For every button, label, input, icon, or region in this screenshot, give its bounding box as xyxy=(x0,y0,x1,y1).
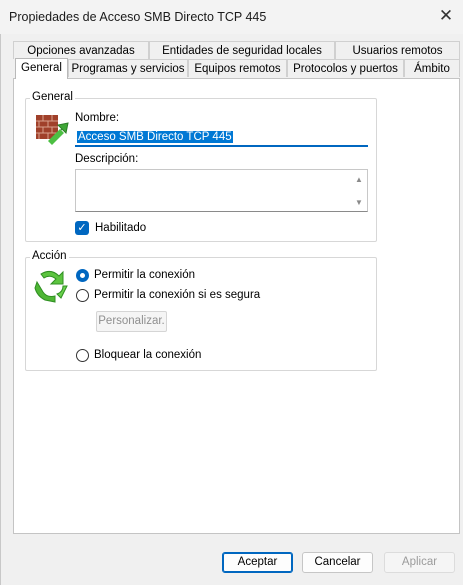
tab-general[interactable]: General xyxy=(15,58,68,79)
tab-opciones-avanzadas[interactable]: Opciones avanzadas xyxy=(13,41,149,59)
tab-programas-servicios[interactable]: Programas y servicios xyxy=(68,59,188,77)
tab-protocolos-puertos[interactable]: Protocolos y puertos xyxy=(287,59,404,77)
tab-ambito[interactable]: Ámbito xyxy=(404,59,460,77)
window-title: Propiedades de Acceso SMB Directo TCP 44… xyxy=(9,10,267,24)
firewall-rule-icon xyxy=(34,111,70,145)
cancel-button[interactable]: Cancelar xyxy=(302,552,373,573)
window-edge xyxy=(0,34,1,585)
action-arrows-icon xyxy=(33,268,69,304)
allow-secure-radio[interactable] xyxy=(76,289,89,302)
scroll-up-icon[interactable]: ▲ xyxy=(352,175,366,184)
accept-button[interactable]: Aceptar xyxy=(222,552,293,573)
enabled-label: Habilitado xyxy=(95,222,147,234)
allow-connection-radio[interactable] xyxy=(76,269,89,282)
general-group-label: General xyxy=(30,91,75,103)
description-field[interactable]: ▲ ▼ xyxy=(75,169,368,212)
customize-button[interactable]: Personalizar. xyxy=(96,311,167,332)
scroll-down-icon[interactable]: ▼ xyxy=(352,198,366,207)
name-field-value: Acceso SMB Directo TCP 445 xyxy=(77,131,233,143)
block-connection-radio[interactable] xyxy=(76,349,89,362)
tab-usuarios-remotos[interactable]: Usuarios remotos xyxy=(335,41,460,59)
name-label: Nombre: xyxy=(75,112,120,124)
tab-entidades-seguridad[interactable]: Entidades de seguridad locales xyxy=(149,41,335,59)
enabled-checkbox[interactable]: ✓ xyxy=(75,221,89,235)
action-group-label: Acción xyxy=(30,250,69,262)
apply-button[interactable]: Aplicar xyxy=(384,552,455,573)
block-connection-label: Bloquear la conexión xyxy=(94,349,202,361)
allow-connection-label: Permitir la conexión xyxy=(94,269,195,281)
description-label: Descripción: xyxy=(75,153,139,165)
tab-equipos-remotos[interactable]: Equipos remotos xyxy=(188,59,287,77)
allow-secure-label: Permitir la conexión si es segura xyxy=(94,289,261,301)
name-field[interactable]: Acceso SMB Directo TCP 445 xyxy=(75,128,368,147)
close-icon[interactable]: ✕ xyxy=(436,6,456,26)
